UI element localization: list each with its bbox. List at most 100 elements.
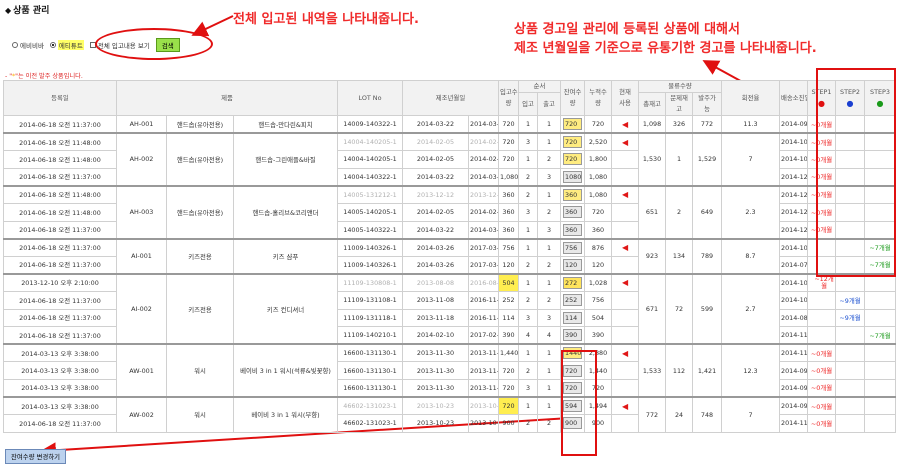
in-qty-cell: 360 — [498, 202, 519, 222]
note-text: - "*"는 이전 발주 상품입니다. — [5, 73, 83, 80]
reg-date-cell: 2014-06-18 오전 11:48:00 — [3, 202, 117, 222]
current-use-marker-icon: ◀ — [621, 190, 629, 200]
expiry-warning-date-cell: 2014-09-04 (58) — [779, 378, 809, 398]
remaining-cell: 390 — [560, 326, 586, 345]
remaining-qty-input[interactable]: 390 — [563, 329, 583, 342]
step2-value: ~9개월 — [839, 314, 861, 323]
change-remaining-button[interactable]: 잔여수량 변경하기 — [5, 449, 67, 464]
lot-cell: 11009-140326-1 — [337, 255, 403, 275]
radio-off-icon — [12, 42, 18, 48]
order-out-cell: 1 — [536, 396, 562, 416]
expiry-warning-date-cell: 2014-07-21 (13) — [779, 255, 809, 275]
header-logi-order-line1: 발주가 — [698, 94, 716, 102]
reg-date-cell: 2014-06-18 오전 11:37:00 — [3, 308, 117, 328]
annotation-1: 전체 입고된 내역을 나타내줍니다. — [233, 12, 419, 27]
logi-prob-cell: 134 — [665, 238, 694, 275]
remaining-qty-input[interactable]: 756 — [563, 241, 583, 254]
page-title: ◆ 상품 관리 — [5, 3, 49, 16]
turn-cell: 12.3 — [721, 343, 781, 398]
step2-cell — [835, 343, 866, 363]
reg-date-cell: 2014-06-18 오전 11:37:00 — [3, 167, 117, 187]
expiry-date-cell: 2014-02-05 — [468, 132, 499, 152]
lot-cell: 16600-131130-1 — [337, 361, 403, 380]
expiry-warning-date-cell: 2014-12-11 (156) — [779, 185, 809, 204]
product-name-cell: 베이비 3 in 1 워시(석류&빛꽃향) — [233, 343, 338, 398]
step3-cell — [864, 290, 896, 310]
in-qty-cell: 360 — [498, 220, 519, 240]
product-code-cell: AW-001 — [116, 343, 167, 398]
remaining-qty-input[interactable]: 114 — [563, 311, 583, 324]
reg-date-cell: 2013-12-10 오후 2:10:00 — [3, 273, 117, 292]
current-use-marker-icon: ◀ — [621, 401, 629, 411]
lot-cell: 14005-140205-1 — [337, 202, 403, 222]
remaining-qty-input[interactable]: 272 — [563, 276, 583, 289]
logi-order-cell: 789 — [692, 238, 723, 275]
remaining-qty-highlight — [561, 350, 597, 456]
mfg-date-cell: 2013-10-23 — [402, 396, 469, 416]
product-code-cell: AH-002 — [116, 132, 167, 187]
logi-prob-cell: 326 — [665, 115, 694, 134]
expiry-warning-date-cell: 2014-11-02 (117) — [779, 343, 809, 363]
product-brand-cell: 핸드솝(유아전용) — [166, 115, 234, 134]
order-out-cell: 1 — [536, 115, 562, 134]
cumulative-cell: 1,028 — [584, 273, 613, 292]
header-remaining-line2: 량 — [569, 99, 576, 107]
expiry-date-cell: 2014-02-05 — [468, 202, 499, 222]
logi-order-cell: 772 — [692, 115, 723, 134]
expiry-date-cell: 2016-11-08 — [468, 290, 499, 310]
remaining-qty-input[interactable]: 720 — [563, 118, 583, 131]
radio-option-2[interactable]: 에티튜트 — [49, 40, 84, 50]
order-out-cell: 3 — [536, 220, 562, 240]
step3-cell — [864, 361, 896, 380]
step1-value: ~0개월 — [810, 384, 833, 393]
logi-prob-cell: 2 — [665, 185, 694, 240]
in-qty-cell: 390 — [498, 326, 519, 345]
remaining-qty-input[interactable]: 360 — [563, 223, 583, 236]
turn-cell: 2.7 — [721, 273, 781, 345]
radio-option-2-label: 에티튜트 — [57, 40, 84, 50]
remaining-qty-input[interactable]: 1080 — [563, 170, 583, 183]
logi-prob-cell: 24 — [665, 396, 694, 433]
lot-cell: 14009-140322-1 — [337, 115, 403, 134]
step1-value: ~0개월 — [810, 349, 833, 358]
annotation-2: 상품 경고일 관리에 등록된 상품에 대해서 제조 년월일을 기준으로 유통기한 … — [514, 20, 817, 58]
order-in-cell: 1 — [518, 115, 538, 134]
remaining-qty-input[interactable]: 360 — [563, 206, 583, 219]
order-out-cell: 2 — [536, 290, 562, 310]
reg-date-cell: 2014-06-18 오전 11:48:00 — [3, 150, 117, 169]
order-out-cell: 1 — [536, 361, 562, 380]
expiry-warning-date-cell: 2014-11-13 (128) — [779, 414, 809, 433]
order-in-cell: 3 — [518, 202, 538, 222]
order-in-cell: 4 — [518, 326, 538, 345]
current-use-cell — [611, 167, 640, 187]
expiry-date-cell: 2017-03-26 — [468, 238, 499, 257]
header-logi-problem-line1: 문제재 — [670, 94, 688, 102]
step2-cell — [835, 378, 866, 398]
remaining-cell: 1080 — [560, 167, 586, 187]
table-row: 2014-03-13 오후 3:38:00 AW-002 워시 베이비 3 in 1 … — [3, 396, 896, 433]
remaining-qty-input[interactable]: 252 — [563, 294, 583, 307]
remaining-qty-input[interactable]: 360 — [563, 188, 583, 201]
remaining-qty-input[interactable]: 720 — [563, 153, 583, 166]
product-brand-cell: 핸드솝(유아전용) — [166, 132, 234, 187]
header-expiry: 배송소진일 — [779, 80, 809, 116]
radio-option-1[interactable]: 에비비바 — [12, 40, 44, 50]
mfg-date-cell: 2013-11-30 — [402, 378, 469, 398]
current-use-marker-icon: ◀ — [621, 137, 629, 147]
current-use-cell — [611, 255, 640, 275]
cumulative-cell: 504 — [584, 308, 613, 328]
lot-cell: 11109-140210-1 — [337, 326, 403, 345]
mfg-date-cell: 2014-03-26 — [402, 238, 469, 257]
cumulative-cell: 2,520 — [584, 132, 613, 152]
remaining-qty-input[interactable]: 120 — [563, 258, 583, 271]
expiry-date-cell: 2013-12-12 — [468, 185, 499, 204]
order-out-cell: 4 — [536, 326, 562, 345]
page-title-text: 상품 관리 — [13, 6, 50, 16]
step3-cell — [864, 414, 896, 433]
remaining-qty-input[interactable]: 720 — [563, 136, 583, 149]
product-code-cell: AH-003 — [116, 185, 167, 240]
annotation-ellipse — [95, 28, 213, 60]
expiry-date-cell: 2013-11-30 — [468, 378, 499, 398]
expiry-date-cell: 2013-10-23 — [468, 396, 499, 416]
lot-cell: 14005-140322-1 — [337, 220, 403, 240]
